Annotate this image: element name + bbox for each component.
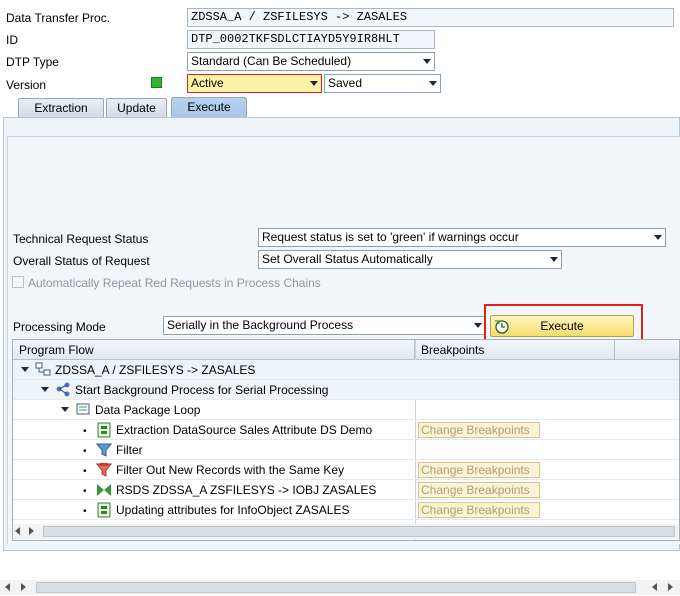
filter-key-icon bbox=[96, 463, 112, 477]
expand-icon[interactable] bbox=[61, 407, 69, 412]
dtp-proc-label: Data Transfer Proc. bbox=[6, 11, 111, 25]
change-breakpoints-button[interactable]: Change Breakpoints bbox=[418, 482, 540, 498]
tree-row[interactable]: Data Package Loop bbox=[13, 400, 679, 420]
version-saved-value: Saved bbox=[328, 76, 363, 90]
datasource-icon bbox=[97, 422, 111, 438]
process-icon bbox=[56, 382, 70, 397]
tree-row[interactable]: • Extraction DataSource Sales Attribute … bbox=[13, 420, 679, 440]
status-green-icon bbox=[151, 77, 162, 88]
chevron-down-icon bbox=[423, 59, 431, 64]
processing-mode-dropdown[interactable]: Serially in the Background Process bbox=[163, 316, 486, 335]
overall-status-value: Set Overall Status Automatically bbox=[262, 252, 433, 266]
program-flow-tree: Program Flow Breakpoints ZDSSA_A / ZSFIL… bbox=[12, 339, 680, 541]
dtp-icon bbox=[35, 362, 51, 376]
dtp-proc-field[interactable]: ZDSSA_A / ZSFILESYS -> ZASALES bbox=[187, 8, 674, 27]
version-label: Version bbox=[6, 78, 47, 92]
chevron-down-icon bbox=[474, 323, 482, 328]
tree-row[interactable]: • RSDS ZDSSA_A ZSFILESYS -> IOBJ ZASALES… bbox=[13, 480, 679, 500]
auto-repeat-label: Automatically Repeat Red Requests in Pro… bbox=[28, 276, 321, 290]
tab-extraction[interactable]: Extraction bbox=[18, 98, 104, 118]
execute-button[interactable]: Execute bbox=[490, 315, 634, 337]
id-field[interactable]: DTP_0002TKFSDLCTIAYD5Y9IR8HLT bbox=[187, 30, 435, 49]
version-saved-dropdown[interactable]: Saved bbox=[324, 74, 441, 93]
dtp-type-value: Standard (Can Be Scheduled) bbox=[191, 54, 352, 68]
tree-row[interactable]: ZDSSA_A / ZSFILESYS -> ZASALES bbox=[13, 360, 679, 380]
tree-row[interactable]: • Filter bbox=[13, 440, 679, 460]
col-program-flow[interactable]: Program Flow bbox=[13, 340, 415, 360]
scroll-left-icon[interactable] bbox=[652, 583, 657, 591]
scroll-right-icon[interactable] bbox=[21, 583, 26, 591]
bullet-icon: • bbox=[83, 506, 87, 517]
overall-status-label: Overall Status of Request bbox=[13, 254, 150, 268]
processing-mode-label: Processing Mode bbox=[13, 320, 106, 334]
chevron-down-icon bbox=[310, 81, 318, 86]
bullet-icon: • bbox=[83, 426, 87, 437]
col-empty bbox=[615, 340, 679, 360]
overall-status-dropdown[interactable]: Set Overall Status Automatically bbox=[258, 250, 562, 269]
filter-icon bbox=[96, 443, 112, 457]
col-breakpoints[interactable]: Breakpoints bbox=[415, 340, 615, 360]
page-h-scrollbar[interactable] bbox=[0, 580, 680, 595]
version-active-value: Active bbox=[191, 76, 224, 90]
transformation-icon bbox=[97, 484, 111, 496]
bullet-icon: • bbox=[83, 446, 87, 457]
expand-icon[interactable] bbox=[41, 387, 49, 392]
chevron-down-icon bbox=[550, 257, 558, 262]
tree-row-label: Start Background Process for Serial Proc… bbox=[75, 383, 329, 397]
bullet-icon: • bbox=[83, 486, 87, 497]
change-breakpoints-button[interactable]: Change Breakpoints bbox=[418, 422, 540, 438]
version-active-dropdown[interactable]: Active bbox=[187, 74, 322, 93]
tree-row[interactable]: • Updating attributes for InfoObject ZAS… bbox=[13, 500, 679, 520]
infoobject-icon bbox=[97, 502, 111, 518]
bullet-icon: • bbox=[83, 466, 87, 477]
tree-scroll-thumb[interactable] bbox=[43, 526, 675, 537]
tree-row[interactable]: Start Background Process for Serial Proc… bbox=[13, 380, 679, 400]
auto-repeat-checkbox[interactable] bbox=[12, 276, 24, 288]
tree-row[interactable]: • Filter Out New Records with the Same K… bbox=[13, 460, 679, 480]
tree-row-label: ZDSSA_A / ZSFILESYS -> ZASALES bbox=[55, 363, 256, 377]
execute-button-label: Execute bbox=[540, 319, 584, 333]
tree-h-scrollbar[interactable] bbox=[13, 524, 679, 539]
dtp-type-label: DTP Type bbox=[6, 55, 59, 69]
change-breakpoints-button[interactable]: Change Breakpoints bbox=[418, 502, 540, 518]
tree-row-label: Data Package Loop bbox=[95, 403, 201, 417]
scroll-left-icon[interactable] bbox=[15, 527, 20, 535]
processing-mode-value: Serially in the Background Process bbox=[167, 318, 354, 332]
scroll-right-icon[interactable] bbox=[29, 527, 34, 535]
tab-update[interactable]: Update bbox=[106, 98, 167, 118]
scroll-right-icon[interactable] bbox=[668, 583, 673, 591]
tech-status-label: Technical Request Status bbox=[13, 232, 149, 246]
tech-status-dropdown[interactable]: Request status is set to 'green' if warn… bbox=[258, 228, 666, 247]
expand-icon[interactable] bbox=[21, 367, 29, 372]
tree-row-label: Extraction DataSource Sales Attribute DS… bbox=[116, 423, 373, 437]
tree-row-label: Updating attributes for InfoObject ZASAL… bbox=[116, 503, 350, 517]
tree-row-label: Filter bbox=[116, 443, 143, 457]
tech-status-value: Request status is set to 'green' if warn… bbox=[262, 230, 519, 244]
chevron-down-icon bbox=[654, 235, 662, 240]
tab-execute[interactable]: Execute bbox=[171, 97, 247, 118]
scroll-left-icon[interactable] bbox=[5, 583, 10, 591]
dtp-type-dropdown[interactable]: Standard (Can Be Scheduled) bbox=[187, 52, 435, 71]
id-label: ID bbox=[6, 33, 18, 47]
loop-icon bbox=[76, 403, 90, 415]
tree-row-label: Filter Out New Records with the Same Key bbox=[116, 463, 345, 477]
chevron-down-icon bbox=[429, 81, 437, 86]
page-scroll-thumb[interactable] bbox=[36, 582, 636, 593]
tree-row-label: RSDS ZDSSA_A ZSFILESYS -> IOBJ ZASALES bbox=[116, 483, 377, 497]
change-breakpoints-button[interactable]: Change Breakpoints bbox=[418, 462, 540, 478]
